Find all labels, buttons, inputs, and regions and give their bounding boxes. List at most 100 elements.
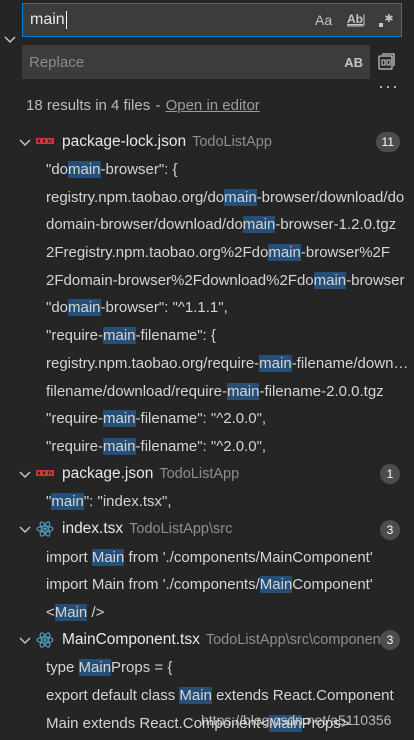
match-row[interactable]: import Main from './components/MainCompo… (0, 543, 414, 571)
react-icon (36, 521, 54, 538)
file-path: TodoListApp (159, 466, 240, 483)
match-prefix: registry.npm.taobao.org/require- (46, 354, 260, 372)
match-count-badge: 11 (375, 132, 400, 152)
match-highlight: main (103, 410, 136, 428)
match-prefix: filename/download/require- (46, 382, 227, 400)
match-highlight: main (103, 327, 136, 345)
replace-placeholder: Replace (29, 53, 85, 71)
match-text: registry.npm.taobao.org/require-main-fil… (46, 354, 410, 372)
search-input-value: main (30, 11, 65, 28)
toggle-replace-chevron-icon[interactable] (2, 30, 18, 50)
match-prefix: < (46, 604, 55, 622)
match-text: registry.npm.taobao.org/domain-browser/d… (46, 188, 404, 206)
match-count-badge: 3 (380, 519, 400, 540)
match-suffix: -browser-1.2.0.tgz (275, 216, 397, 234)
match-prefix: "do (46, 161, 69, 179)
file-name: MainComponent.tsx (62, 631, 200, 649)
match-row[interactable]: <Main /> (0, 599, 414, 627)
match-row[interactable]: filename/download/require-main-filename-… (0, 377, 414, 405)
match-case-icon[interactable]: Aa (315, 10, 335, 30)
match-prefix: registry.npm.taobao.org/do (46, 188, 225, 206)
match-text: filename/download/require-main-filename-… (46, 382, 384, 400)
match-highlight: main (313, 271, 347, 289)
match-row[interactable]: registry.npm.taobao.org/domain-browser/d… (0, 183, 414, 211)
match-row[interactable]: 2Fregistry.npm.taobao.org%2Fdomain-brows… (0, 239, 414, 267)
match-row[interactable]: import Main from './components/MainCompo… (0, 571, 414, 599)
match-row[interactable]: registry.npm.taobao.org/require-main-fil… (0, 350, 414, 378)
match-row[interactable]: "domain-browser": "^1.1.1", (0, 294, 414, 322)
file-row[interactable]: index.tsx TodoListApp\src 3 (0, 516, 414, 544)
match-row[interactable]: "require-main-filename": "^2.0.0", (0, 405, 414, 433)
match-row[interactable]: "require-main-filename": { (0, 322, 414, 350)
file-row[interactable]: package-lock.json TodoListApp 11 (0, 128, 414, 156)
match-text: "require-main-filename": "^2.0.0", (46, 410, 266, 428)
svg-text:Aa: Aa (315, 13, 332, 27)
search-input[interactable]: main Aa Ab (22, 3, 402, 37)
chevron-down-icon[interactable] (16, 465, 34, 483)
chevron-down-icon[interactable] (16, 133, 34, 151)
match-highlight: Main (179, 687, 212, 705)
file-row[interactable]: package.json TodoListApp 1 (0, 460, 414, 488)
match-text: 2Fdomain-browser%2Fdownload%2Fdomain-bro… (46, 271, 405, 289)
match-suffix: -browser%2F (300, 244, 391, 262)
match-row[interactable]: "domain-browser": { (0, 156, 414, 184)
match-suffix: extends React.Component (211, 687, 394, 705)
match-highlight: main (242, 216, 276, 234)
react-icon (36, 632, 54, 648)
match-text: domain-browser/download/domain-browser-1… (46, 216, 397, 234)
results-count: 18 results in 4 files (26, 97, 151, 114)
replace-all-icon[interactable] (376, 50, 398, 72)
match-row[interactable]: 2Fdomain-browser%2Fdownload%2Fdomain-bro… (0, 266, 414, 294)
match-row[interactable]: type MainProps = { (0, 654, 414, 682)
chevron-down-icon[interactable] (16, 520, 34, 538)
match-row[interactable]: export default class Main extends React.… (0, 682, 414, 710)
match-row[interactable]: "main": "index.tsx", (0, 488, 414, 516)
npm-icon (36, 135, 54, 149)
match-highlight: Main (78, 659, 112, 677)
replace-input[interactable]: Replace AB (22, 45, 370, 79)
match-text: export default class Main extends React.… (46, 687, 394, 705)
file-name: package.json (62, 465, 154, 483)
match-row[interactable]: domain-browser/download/domain-browser-1… (0, 211, 414, 239)
file-name: package-lock.json (62, 132, 187, 150)
summary-separator: - (151, 97, 165, 114)
match-prefix: import Main from './components/ (46, 576, 260, 594)
chevron-down-icon[interactable] (16, 631, 34, 649)
match-whole-word-icon[interactable]: Ab (346, 10, 366, 30)
match-prefix: "do (46, 299, 69, 317)
match-suffix: -browser": { (100, 161, 178, 179)
file-row[interactable]: MainComponent.tsx TodoListApp\src\compone… (0, 626, 414, 654)
match-suffix: -browser": "^1.1.1", (100, 299, 228, 317)
match-prefix: type (46, 659, 79, 677)
preserve-case-button[interactable]: AB (344, 55, 363, 70)
match-text: import Main from './components/MainCompo… (46, 548, 373, 566)
match-prefix: "require- (46, 437, 104, 455)
match-suffix: -filename-2.0.0.tgz (259, 382, 384, 400)
match-highlight: main (268, 244, 301, 262)
match-prefix: "require- (46, 327, 104, 345)
results-tree: package-lock.json TodoListApp 11 "domain-br… (0, 128, 414, 737)
match-text: <Main /> (46, 604, 104, 622)
open-in-editor-link[interactable]: Open in editor (166, 97, 260, 114)
match-highlight: Main (54, 604, 88, 622)
match-highlight: main (259, 354, 292, 372)
match-count-badge: 1 (380, 464, 400, 485)
match-prefix: export default class (46, 687, 180, 705)
match-text: import Main from './components/MainCompo… (46, 576, 373, 594)
match-text: "domain-browser": "^1.1.1", (46, 299, 228, 317)
file-path: TodoListApp (192, 133, 272, 150)
match-text: 2Fregistry.npm.taobao.org%2Fdomain-brows… (46, 244, 391, 262)
match-prefix: 2Fdomain-browser%2Fdownload%2Fdo (46, 271, 314, 289)
match-row[interactable]: "require-main-filename": "^2.0.0", (0, 433, 414, 461)
match-text: "require-main-filename": "^2.0.0", (46, 437, 266, 455)
more-actions-icon[interactable]: ··· (378, 76, 399, 97)
match-suffix: from './components/MainComponent' (124, 548, 373, 566)
match-text: "require-main-filename": { (46, 327, 216, 345)
match-highlight: main (68, 299, 101, 317)
match-highlight: main (226, 382, 260, 400)
match-highlight: Main (91, 548, 125, 566)
use-regex-icon[interactable] (377, 10, 395, 30)
match-suffix: -filename": { (135, 327, 216, 345)
match-suffix: Props = { (111, 659, 173, 677)
match-count-badge: 3 (380, 630, 400, 651)
